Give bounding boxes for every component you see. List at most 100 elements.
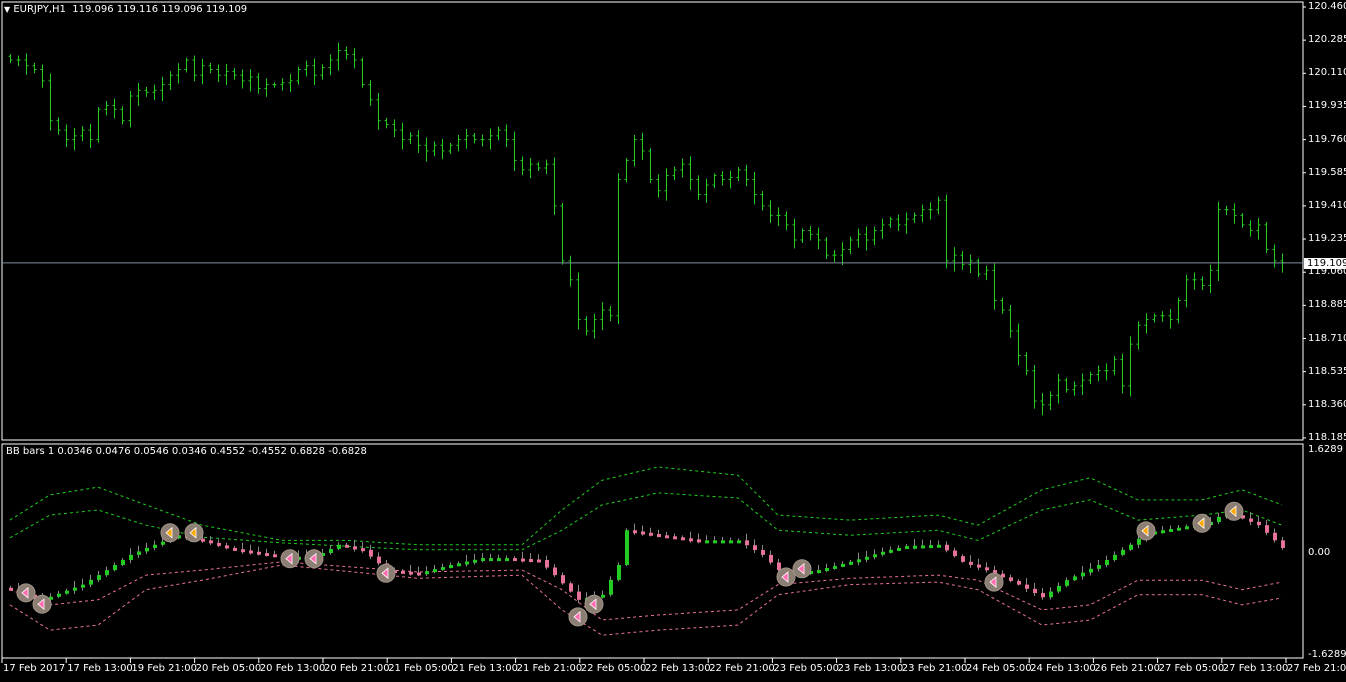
indicator-candle — [65, 588, 69, 595]
price-bar — [112, 98, 117, 119]
indicator-candle — [1041, 587, 1045, 600]
price-bar — [200, 58, 205, 85]
signal-marker-sell[interactable] — [304, 549, 324, 569]
signal-marker-sell[interactable] — [568, 607, 588, 627]
signal-marker-buy[interactable] — [1224, 501, 1244, 521]
price-bar — [168, 71, 173, 90]
price-bar — [144, 86, 149, 97]
indicator-candle — [1185, 524, 1189, 530]
price-bar — [64, 124, 69, 148]
price-bar — [1208, 264, 1213, 294]
price-bar — [48, 73, 53, 131]
signal-marker-sell[interactable] — [984, 572, 1004, 592]
price-bar — [704, 178, 709, 203]
price-bar — [1096, 365, 1101, 382]
signal-marker-sell[interactable] — [16, 583, 36, 603]
price-bar — [160, 76, 165, 101]
price-bar — [888, 216, 893, 228]
indicator-candle — [1113, 551, 1117, 562]
price-bar — [288, 74, 293, 92]
price-bar — [544, 159, 549, 175]
price-bar — [264, 78, 269, 97]
price-bar — [728, 170, 733, 189]
indicator-candle — [945, 541, 949, 553]
price-bar — [936, 196, 941, 215]
signal-marker-sell[interactable] — [280, 549, 300, 569]
indicator-candle — [1217, 512, 1221, 525]
price-bar — [16, 55, 21, 67]
signal-marker-buy[interactable] — [160, 523, 180, 543]
price-bar — [488, 128, 493, 150]
price-bar — [88, 123, 93, 148]
price-bar — [1256, 218, 1261, 240]
indicator-candle — [433, 564, 437, 574]
indicator-candle — [369, 544, 373, 560]
indicator-candle — [449, 562, 453, 569]
indicator-candle — [377, 552, 381, 566]
indicator-candle — [505, 555, 509, 562]
price-bar — [944, 194, 949, 269]
price-bar — [320, 64, 325, 80]
signal-marker-sell[interactable] — [776, 567, 796, 587]
price-bar — [608, 306, 613, 322]
indicator-candle — [457, 561, 461, 567]
price-bar — [976, 258, 981, 278]
price-bar — [32, 62, 37, 74]
time-axis-label: 23 Feb 05:00 — [773, 663, 839, 674]
signal-marker-sell[interactable] — [792, 559, 812, 579]
price-bar — [1128, 336, 1133, 397]
indicator-axis-label: 0.00 — [1308, 547, 1331, 558]
price-bar — [712, 173, 717, 189]
price-bar — [864, 226, 869, 251]
price-bar — [816, 227, 821, 250]
indicator-candle — [1065, 577, 1069, 588]
signal-marker-sell[interactable] — [376, 563, 396, 583]
time-axis-label: 22 Feb 13:00 — [645, 663, 711, 674]
indicator-candle — [1121, 547, 1125, 557]
indicator-candle — [1281, 536, 1285, 550]
indicator-candle — [425, 566, 429, 576]
time-axis-label: 27 Feb 13:00 — [1222, 663, 1289, 674]
price-bar — [688, 156, 693, 190]
indicator-candle — [921, 539, 925, 549]
price-bar — [328, 54, 333, 76]
price-bar — [912, 212, 917, 223]
price-bar — [72, 127, 77, 151]
signal-marker-buy[interactable] — [184, 523, 204, 543]
time-axis-label: 20 Feb 13:00 — [259, 663, 326, 674]
indicator-candle — [841, 561, 845, 568]
price-bar — [800, 228, 805, 244]
time-axis-label: 23 Feb 13:00 — [837, 663, 904, 674]
signal-marker-buy[interactable] — [1192, 513, 1212, 533]
price-bar — [208, 62, 213, 74]
signal-marker-sell[interactable] — [32, 594, 52, 614]
indicator-candle — [577, 584, 581, 604]
price-bar — [1048, 391, 1053, 411]
price-bar — [624, 158, 629, 183]
price-bar — [1072, 381, 1077, 396]
indicator-candle — [361, 542, 365, 553]
signal-marker-sell[interactable] — [584, 594, 604, 614]
chart-canvas[interactable] — [0, 0, 1346, 682]
price-bar — [896, 214, 901, 231]
indicator-candle — [1089, 562, 1093, 576]
price-bar — [184, 57, 189, 73]
price-bar — [584, 316, 589, 336]
signal-markers — [16, 501, 1244, 627]
price-bar — [1088, 371, 1093, 384]
price-bar — [392, 119, 397, 137]
triangle-down-icon[interactable]: ▼ — [4, 5, 10, 14]
indicator-candle — [1017, 579, 1021, 586]
indicator-candle — [641, 525, 645, 536]
indicator-candle — [417, 566, 421, 577]
signal-marker-buy[interactable] — [1136, 521, 1156, 541]
indicator-candle — [1097, 559, 1101, 572]
time-axis-label: 23 Feb 21:00 — [901, 663, 968, 674]
time-axis-label: 27 Feb 05:00 — [1158, 663, 1225, 674]
indicator-candle — [353, 539, 357, 552]
price-bar — [248, 69, 253, 92]
price-bar — [384, 117, 389, 129]
price-bar — [640, 132, 645, 161]
indicator-candle — [1169, 525, 1173, 532]
price-bar — [272, 82, 277, 88]
